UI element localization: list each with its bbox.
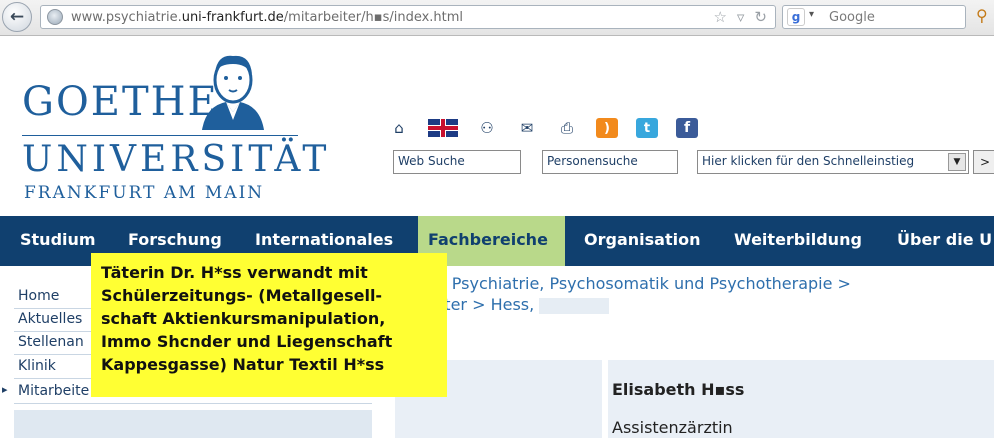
- print-icon[interactable]: ⎙: [556, 118, 578, 138]
- web-search-input[interactable]: Web Suche: [393, 150, 521, 174]
- logo-goethe: GOETHE: [22, 79, 219, 125]
- utility-icon-row: ⌂ ⚇ ✉ ⎙ ) t f: [388, 118, 698, 138]
- nav-ueber-die-uni[interactable]: Über die U: [897, 216, 992, 266]
- nav-organisation[interactable]: Organisation: [584, 216, 700, 266]
- url-host: uni-frankfurt.de: [181, 10, 284, 25]
- sidebar-subnav: [14, 410, 372, 438]
- go-button[interactable]: >: [973, 150, 994, 174]
- facebook-icon[interactable]: f: [676, 118, 698, 138]
- quick-entry-label: Hier klicken für den Schnelleinstieg: [702, 154, 915, 168]
- mail-icon[interactable]: ✉: [516, 118, 538, 138]
- address-bar[interactable]: www.psychiatrie.uni-frankfurt.de/mitarbe…: [40, 5, 776, 29]
- site-identity-icon[interactable]: [47, 9, 63, 25]
- annotation-line: Schülerzeitungs- (Metallgesell-: [101, 286, 383, 305]
- history-dropdown-icon[interactable]: ▿: [737, 8, 745, 26]
- person-search-input[interactable]: Personensuche: [542, 150, 678, 174]
- url-prefix: www.psychiatrie.: [71, 10, 182, 25]
- url-actions: ☆ ▿ ↻: [713, 8, 767, 26]
- breadcrumb: eiter > Hess,: [430, 295, 610, 314]
- engine-dropdown-icon[interactable]: ▾: [809, 9, 814, 20]
- annotation-line: Immo Shcnder und Liegenschaft: [101, 332, 393, 351]
- breadcrumb-line-1[interactable]: ür Psychiatrie, Psychosomatik und Psycho…: [430, 274, 851, 293]
- search-icon[interactable]: ⚲: [976, 6, 988, 25]
- back-arrow-icon: ←: [9, 7, 25, 27]
- rss-icon[interactable]: ): [596, 118, 618, 138]
- bookmark-star-icon[interactable]: ☆: [713, 8, 726, 26]
- redacted-firstname: [539, 297, 610, 314]
- search-engine-label: Google: [829, 10, 875, 25]
- logo-universitaet: UNIVERSITÄT: [22, 139, 331, 180]
- annotation-overlay: Täterin Dr. H*ss verwandt mit Schülerzei…: [91, 253, 447, 397]
- logo-divider: [22, 135, 298, 136]
- back-button[interactable]: ←: [2, 2, 32, 32]
- profile-name: Elisabeth H▪ss: [612, 380, 745, 399]
- sitemap-icon[interactable]: ⚇: [476, 118, 498, 138]
- search-engine-icon[interactable]: g: [787, 8, 805, 26]
- goethe-portrait-icon: [202, 55, 264, 130]
- annotation-line: schaft Aktienkursmanipulation,: [101, 309, 386, 328]
- browser-search-box[interactable]: g ▾ Google: [782, 5, 966, 29]
- home-icon[interactable]: ⌂: [388, 118, 410, 138]
- nav-weiterbildung[interactable]: Weiterbildung: [734, 216, 862, 266]
- url-text: www.psychiatrie.uni-frankfurt.de/mitarbe…: [71, 10, 463, 25]
- logo-frankfurt: FRANKFURT AM MAIN: [24, 183, 265, 203]
- url-path: /mitarbeiter/h▪s/index.html: [283, 10, 464, 25]
- profile-role: Assistenzärztin: [612, 418, 733, 437]
- nav-studium[interactable]: Studium: [20, 216, 96, 266]
- browser-toolbar: ← www.psychiatrie.uni-frankfurt.de/mitar…: [0, 0, 994, 36]
- uk-flag-icon[interactable]: [428, 119, 458, 137]
- reload-icon[interactable]: ↻: [754, 8, 767, 26]
- chevron-down-icon[interactable]: ▼: [948, 153, 966, 171]
- annotation-line: Täterin Dr. H*ss verwandt mit: [101, 263, 368, 282]
- quick-entry-select[interactable]: Hier klicken für den Schnelleinstieg ▼: [697, 150, 969, 174]
- annotation-line: Kappesgasse) Natur Textil H*ss: [101, 355, 385, 374]
- twitter-icon[interactable]: t: [636, 118, 658, 138]
